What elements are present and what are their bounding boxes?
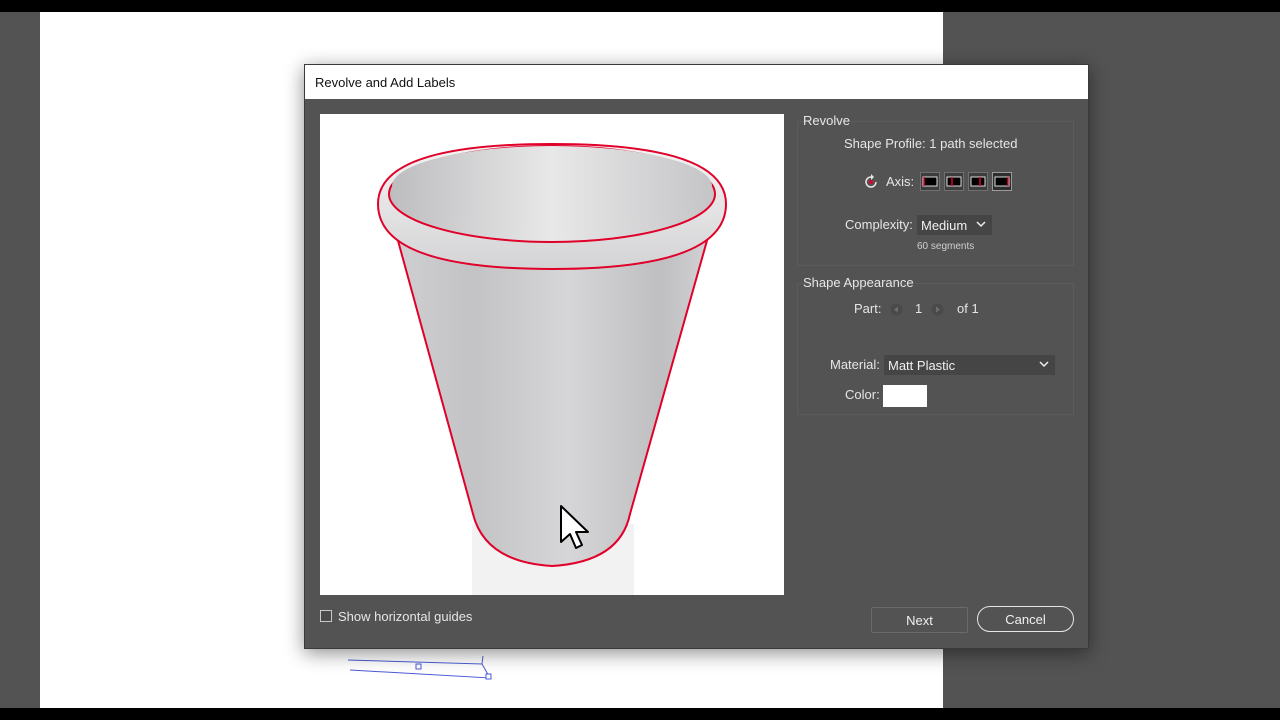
part-value: 1 [915, 301, 923, 316]
dialog-title: Revolve and Add Labels [305, 65, 1088, 99]
axis-label: Axis: [886, 174, 915, 189]
shape-appearance-header: Shape Appearance [803, 275, 914, 290]
next-part-icon[interactable] [931, 303, 944, 316]
axis-left-button[interactable] [920, 172, 940, 191]
next-button[interactable]: Next [871, 607, 968, 633]
complexity-select[interactable]: Medium [917, 215, 992, 235]
material-value: Matt Plastic [888, 357, 956, 373]
show-horizontal-guides-checkbox[interactable] [320, 610, 332, 622]
axis-left-icon [922, 176, 938, 187]
cancel-button[interactable]: Cancel [977, 606, 1074, 632]
show-horizontal-guides-label[interactable]: Show horizontal guides [338, 609, 472, 624]
chevron-down-icon [1039, 361, 1049, 368]
prev-part-icon[interactable] [890, 303, 903, 316]
material-select[interactable]: Matt Plastic [884, 355, 1055, 375]
color-swatch[interactable] [883, 385, 927, 407]
3d-preview[interactable] [320, 114, 784, 595]
material-label: Material: [830, 357, 880, 372]
cup-body [395, 235, 710, 568]
complexity-label: Complexity: [845, 217, 913, 232]
part-label: Part: [854, 301, 882, 316]
complexity-value: Medium [921, 217, 968, 233]
axis-center-left-button[interactable] [944, 172, 964, 191]
axis-right-button[interactable] [992, 172, 1012, 191]
part-of-label: of 1 [957, 301, 979, 316]
axis-center-left-icon [946, 176, 962, 187]
axis-center-right-icon [970, 176, 986, 187]
shape-profile-label: Shape Profile: 1 path selected [844, 136, 1018, 151]
color-label: Color: [845, 387, 880, 402]
rotate-axis-icon [865, 174, 877, 188]
axis-center-right-button[interactable] [968, 172, 988, 191]
revolve-header: Revolve [803, 113, 850, 128]
revolve-dialog: Revolve and Add Labels Revolve Shape Pro… [304, 64, 1089, 649]
chevron-down-icon [976, 221, 986, 228]
segments-label: 60 segments [917, 241, 975, 252]
axis-right-icon [994, 176, 1010, 187]
